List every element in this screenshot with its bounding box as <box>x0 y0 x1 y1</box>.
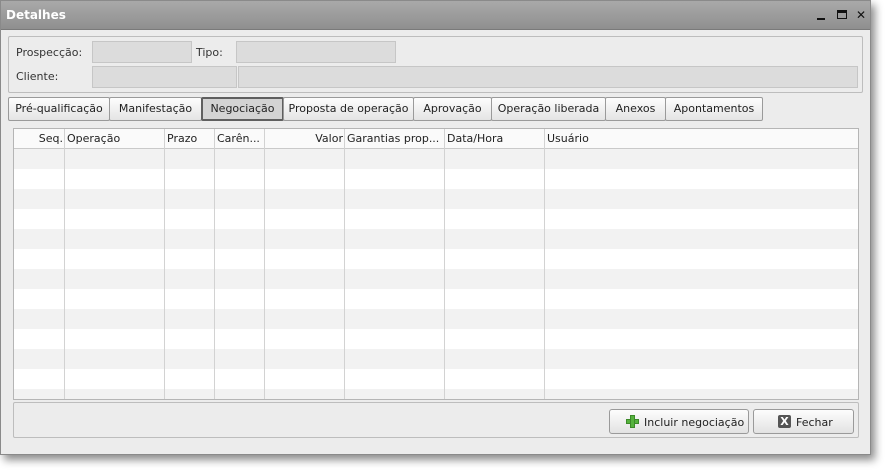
tab-negociacao[interactable]: Negociação <box>201 97 284 121</box>
maximize-icon[interactable] <box>835 8 849 22</box>
cliente-name-field[interactable] <box>238 66 858 88</box>
window-title: Detalhes <box>6 8 66 22</box>
cliente-label: Cliente: <box>16 70 59 83</box>
cliente-code-field[interactable] <box>92 66 237 88</box>
tab-operacao-liberada[interactable]: Operação liberada <box>491 97 606 121</box>
column-header-operacao[interactable]: Operação <box>65 129 165 149</box>
header-panel: Prospecção: Tipo: Cliente: <box>8 36 863 93</box>
close-button-label: Fechar <box>796 416 833 429</box>
column-divider <box>344 129 345 399</box>
column-header-usuario[interactable]: Usuário <box>545 129 858 149</box>
table-row[interactable] <box>14 309 858 329</box>
column-divider <box>164 129 165 399</box>
column-header-valor[interactable]: Valor <box>265 129 345 149</box>
table-row[interactable] <box>14 389 858 399</box>
table-row[interactable] <box>14 209 858 229</box>
column-header-garantias[interactable]: Garantias prop... <box>345 129 445 149</box>
include-negotiation-button[interactable]: Incluir negociação <box>609 409 749 434</box>
column-divider <box>64 129 65 399</box>
tipo-field[interactable] <box>236 41 396 63</box>
column-header-seq[interactable]: Seq. <box>14 129 65 149</box>
tab-anexos[interactable]: Anexos <box>605 97 666 121</box>
details-window: Detalhes ✕ Prospecção: Tipo: Cliente: Pr… <box>0 0 871 455</box>
close-button[interactable]: X Fechar <box>753 409 854 434</box>
table-row[interactable] <box>14 369 858 389</box>
table-row[interactable] <box>14 269 858 289</box>
minimize-icon[interactable] <box>814 8 828 22</box>
table-row[interactable] <box>14 329 858 349</box>
footer-panel: Incluir negociação X Fechar <box>13 402 859 438</box>
tab-pre-qualificacao[interactable]: Pré-qualificação <box>8 97 110 121</box>
column-divider <box>444 129 445 399</box>
x-icon: X <box>778 415 791 428</box>
close-icon[interactable]: ✕ <box>854 8 868 22</box>
prospeccao-label: Prospecção: <box>16 46 83 59</box>
table-row[interactable] <box>14 289 858 309</box>
include-negotiation-label: Incluir negociação <box>644 416 745 429</box>
tab-aprovacao[interactable]: Aprovação <box>413 97 492 121</box>
column-divider <box>544 129 545 399</box>
table-row[interactable] <box>14 189 858 209</box>
prospeccao-field[interactable] <box>92 41 192 63</box>
table-row[interactable] <box>14 349 858 369</box>
table-row[interactable] <box>14 249 858 269</box>
table-row[interactable] <box>14 149 858 169</box>
column-header-data-hora[interactable]: Data/Hora <box>445 129 525 149</box>
column-header-prazo[interactable]: Prazo <box>165 129 215 149</box>
column-divider <box>264 129 265 399</box>
table-header: Seq. Operação Prazo Carên... Valor Garan… <box>14 129 858 149</box>
plus-icon <box>626 415 639 428</box>
table-row[interactable] <box>14 229 858 249</box>
negotiation-table[interactable]: Seq. Operação Prazo Carên... Valor Garan… <box>13 128 859 400</box>
table-row[interactable] <box>14 169 858 189</box>
tipo-label: Tipo: <box>196 46 223 59</box>
tab-apontamentos[interactable]: Apontamentos <box>665 97 763 121</box>
tab-proposta-de-operacao[interactable]: Proposta de operação <box>283 97 414 121</box>
tab-manifestacao[interactable]: Manifestação <box>109 97 202 121</box>
title-bar[interactable]: Detalhes ✕ <box>1 1 870 30</box>
column-header-carencia[interactable]: Carên... <box>215 129 265 149</box>
column-divider <box>214 129 215 399</box>
